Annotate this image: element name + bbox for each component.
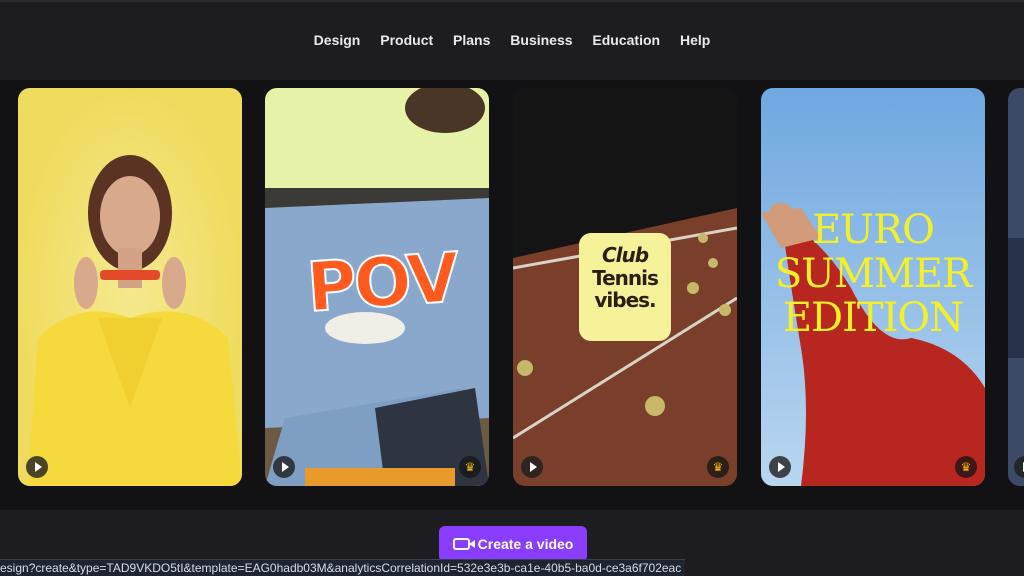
euro-line-3: EDITION (782, 295, 964, 341)
play-icon (777, 462, 785, 472)
nav-item-design[interactable]: Design (314, 32, 361, 48)
video-camera-icon (452, 538, 475, 550)
nav-item-help[interactable]: Help (680, 32, 710, 48)
nav-item-product[interactable]: Product (380, 32, 433, 48)
top-navigation: Design Product Plans Business Education … (0, 0, 1024, 82)
template-carousel: POV ♛ Club Tennis vibes. ♛ EURO SUMMER E… (0, 80, 1024, 510)
create-video-button[interactable]: Create a video (439, 526, 587, 562)
crown-icon: ♛ (955, 456, 977, 478)
template-card-euro-summer[interactable]: EURO SUMMER EDITION ♛ (761, 88, 985, 486)
crown-icon: ♛ (707, 456, 729, 478)
yellow-portrait-image (18, 88, 242, 486)
nav-item-business[interactable]: Business (510, 32, 572, 48)
euro-line-2: SUMMER (774, 251, 972, 297)
template-card-yellow-portrait[interactable] (18, 88, 242, 486)
play-icon (529, 462, 537, 472)
nav-item-plans[interactable]: Plans (453, 32, 490, 48)
play-button[interactable] (769, 456, 791, 478)
club-line-2: Tennis (592, 266, 659, 290)
crown-icon: ♛ (459, 456, 481, 478)
template-card-club-tennis[interactable]: Club Tennis vibes. ♛ (513, 88, 737, 486)
pov-title: POV (303, 238, 460, 329)
template-card-pov[interactable]: POV ♛ (265, 88, 489, 486)
create-video-label: Create a video (477, 536, 574, 552)
play-icon (281, 462, 289, 472)
nav-item-education[interactable]: Education (592, 32, 660, 48)
status-bar-url: esign?create&type=TAD9VKDO5tI&template=E… (0, 559, 686, 576)
nav-menu: Design Product Plans Business Education … (0, 32, 1024, 48)
template-card-partial[interactable] (1008, 88, 1024, 486)
partial-card-image (1008, 88, 1024, 486)
euro-line-1: EURO (812, 207, 935, 253)
play-button[interactable] (26, 456, 48, 478)
club-line-3: vibes. (594, 288, 656, 312)
play-button[interactable] (521, 456, 543, 478)
play-button[interactable] (273, 456, 295, 478)
club-line-1: Club (601, 243, 649, 267)
play-icon (34, 462, 42, 472)
club-tennis-badge: Club Tennis vibes. (579, 233, 671, 341)
